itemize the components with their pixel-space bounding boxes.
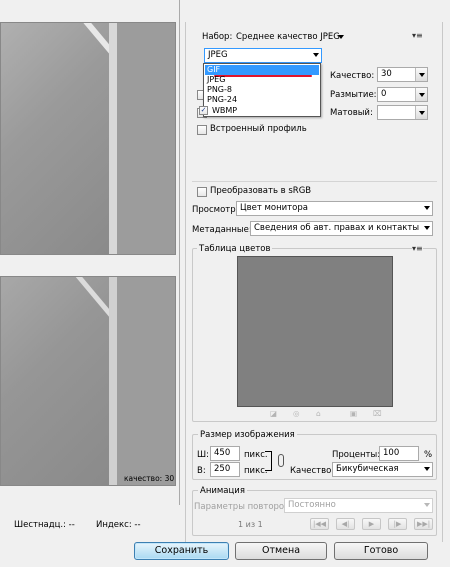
metadata-value: Сведения об авт. правах и контакты: [254, 223, 420, 233]
format-option-wbmp[interactable]: WBMP: [210, 106, 237, 115]
embedded-profile-checkbox[interactable]: [197, 125, 207, 135]
lock-color-icon[interactable]: ⌂: [316, 409, 321, 418]
percent-label: Проценты:: [332, 450, 381, 460]
preview-original: [0, 22, 176, 255]
dropdown-arrow-icon: [424, 503, 430, 507]
chain-link-icon[interactable]: [278, 454, 284, 467]
dropdown-arrow-icon: [424, 206, 430, 210]
prev-frame-icon[interactable]: ◀|: [336, 518, 355, 530]
status-index: Индекс: --: [96, 520, 141, 530]
percent-unit: %: [424, 450, 433, 460]
matte-label: Матовый:: [330, 108, 373, 118]
preview-panel-bottom: [117, 277, 175, 485]
matte-dropdown-icon[interactable]: [415, 106, 427, 119]
animation-title: Анимация: [198, 486, 247, 496]
status-hex: Шестнадц.: --: [14, 520, 75, 530]
resample-quality-value: Бикубическая: [336, 464, 399, 474]
quality-label: Качество:: [330, 71, 375, 81]
blur-dropdown-icon[interactable]: [415, 88, 427, 101]
quality-dropdown-icon[interactable]: [415, 68, 427, 81]
format-option-png24[interactable]: PNG-24: [205, 95, 237, 104]
convert-srgb-checkbox[interactable]: [197, 187, 207, 197]
preset-arrow-icon[interactable]: [338, 35, 344, 39]
repeat-label: Параметры повторов:: [194, 502, 292, 512]
preview-value: Цвет монитора: [240, 203, 308, 213]
panel-menu-icon[interactable]: ▾≡: [412, 31, 423, 40]
cancel-button[interactable]: Отмена: [235, 542, 327, 560]
quality-field[interactable]: 30: [377, 67, 428, 82]
format-option-gif[interactable]: GIF: [205, 65, 319, 75]
percent-field[interactable]: 100: [379, 446, 419, 461]
format-option-png8[interactable]: PNG-8: [205, 85, 232, 94]
color-table-swatch-area: [237, 256, 393, 407]
width-field[interactable]: 450: [210, 446, 240, 461]
preview-optimized: [0, 276, 176, 486]
image-size-title: Размер изображения: [198, 430, 297, 440]
last-frame-icon[interactable]: ▶▶|: [414, 518, 433, 530]
wbmp-check-icon: ✓: [199, 106, 208, 115]
divider: [192, 181, 437, 182]
preview-label: Просмотр:: [192, 205, 239, 215]
repeat-select[interactable]: Постоянно: [284, 498, 433, 513]
map-color-icon[interactable]: ◪: [270, 409, 277, 418]
preview-image-bottom: [1, 277, 109, 485]
color-table-menu-icon[interactable]: ▾≡: [412, 244, 423, 253]
blur-field[interactable]: 0: [377, 87, 428, 102]
resample-quality-label: Качество:: [290, 466, 335, 476]
preview-image-top: [1, 23, 109, 254]
repeat-value: Постоянно: [288, 500, 336, 510]
frame-counter: 1 из 1: [238, 520, 263, 529]
height-field[interactable]: 250: [210, 462, 240, 477]
metadata-select[interactable]: Сведения об авт. правах и контакты: [250, 221, 433, 236]
color-table-icons: ◪ ◎ ⌂ ▣ ⌧: [270, 409, 385, 418]
next-frame-icon[interactable]: |▶: [388, 518, 407, 530]
delete-color-icon[interactable]: ⌧: [373, 409, 382, 418]
blur-value: 0: [381, 89, 387, 99]
dropdown-arrow-icon: [313, 53, 319, 57]
highlight-underline: [214, 75, 312, 77]
preview-select[interactable]: Цвет монитора: [236, 201, 433, 216]
preview-wall-top: [109, 23, 117, 254]
format-select[interactable]: JPEG: [204, 48, 322, 63]
format-dropdown-list: GIF JPEG PNG-8 PNG-24 ✓ WBMP: [199, 63, 321, 117]
preview-panel-top: [117, 23, 175, 254]
preview-quality-text: качество: 30: [124, 474, 175, 483]
done-button[interactable]: Готово: [334, 542, 428, 560]
format-option-jpeg[interactable]: JPEG: [205, 75, 225, 84]
first-frame-icon[interactable]: |◀◀: [310, 518, 329, 530]
dropdown-arrow-icon: [424, 226, 430, 230]
height-label: В:: [197, 466, 206, 476]
preview-wall-bottom: [109, 277, 117, 485]
embedded-profile-label: Встроенный профиль: [210, 124, 307, 134]
link-bracket: [265, 451, 272, 471]
save-button[interactable]: Сохранить: [134, 542, 229, 560]
color-table-title: Таблица цветов: [197, 244, 273, 254]
blur-label: Размытие:: [330, 90, 377, 100]
dropdown-arrow-icon: [424, 467, 430, 471]
metadata-label: Метаданные:: [192, 225, 252, 235]
preset-label: Набор:: [202, 32, 233, 42]
quality-value: 30: [381, 69, 392, 79]
play-icon[interactable]: ▶: [362, 518, 381, 530]
width-label: Ш:: [197, 450, 209, 460]
new-color-icon[interactable]: ▣: [350, 409, 357, 418]
preset-select[interactable]: Среднее качество JPEG: [236, 32, 340, 42]
web-shift-icon[interactable]: ◎: [293, 409, 300, 418]
format-value: JPEG: [208, 50, 228, 60]
resample-quality-select[interactable]: Бикубическая: [332, 462, 433, 477]
convert-srgb-label: Преобразовать в sRGB: [210, 186, 312, 196]
matte-field[interactable]: [377, 105, 428, 120]
